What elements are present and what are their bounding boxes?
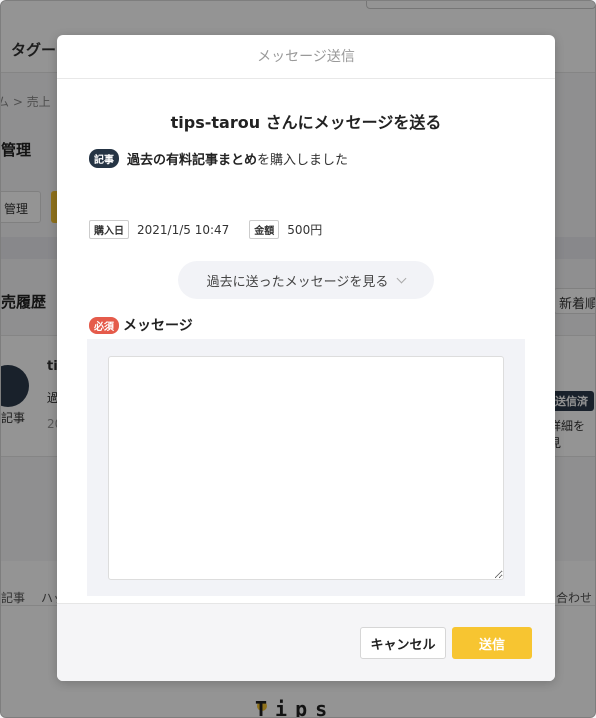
modal-title: メッセージ送信: [57, 35, 555, 79]
past-messages-label: 過去に送ったメッセージを見る: [206, 274, 389, 290]
purchase-date-value: 2021/1/5 10:47: [137, 222, 230, 237]
article-badge: 記事: [89, 149, 119, 168]
message-textarea[interactable]: [108, 356, 504, 580]
modal-heading: tips-tarou さんにメッセージを送る: [170, 113, 442, 132]
send-button[interactable]: 送信: [452, 627, 532, 659]
article-title: 過去の有料記事まとめ: [127, 153, 258, 168]
article-suffix: を購入しました: [257, 153, 349, 168]
chevron-down-icon: [396, 273, 407, 283]
message-label: メッセージ: [123, 318, 193, 334]
purchase-date-label: 購入日: [89, 220, 129, 239]
cancel-button[interactable]: キャンセル: [360, 627, 446, 659]
modal-body: tips-tarou さんにメッセージを送る 記事 過去の有料記事まとめ を購入…: [57, 79, 555, 603]
modal-footer: キャンセル 送信: [57, 603, 555, 681]
amount-label: 金額: [249, 220, 280, 239]
required-badge: 必須: [89, 316, 119, 334]
amount-value: 500円: [287, 223, 323, 237]
message-label-row: 必須 メッセージ: [89, 315, 193, 335]
message-modal: メッセージ送信 tips-tarou さんにメッセージを送る 記事 過去の有料記…: [57, 35, 555, 681]
purchase-meta: 購入日 2021/1/5 10:47 金額 500円: [89, 220, 342, 239]
past-messages-button[interactable]: 過去に送ったメッセージを見る: [178, 261, 434, 299]
article-info: 記事 過去の有料記事まとめ を購入しました: [89, 149, 348, 168]
message-panel: [87, 339, 525, 596]
